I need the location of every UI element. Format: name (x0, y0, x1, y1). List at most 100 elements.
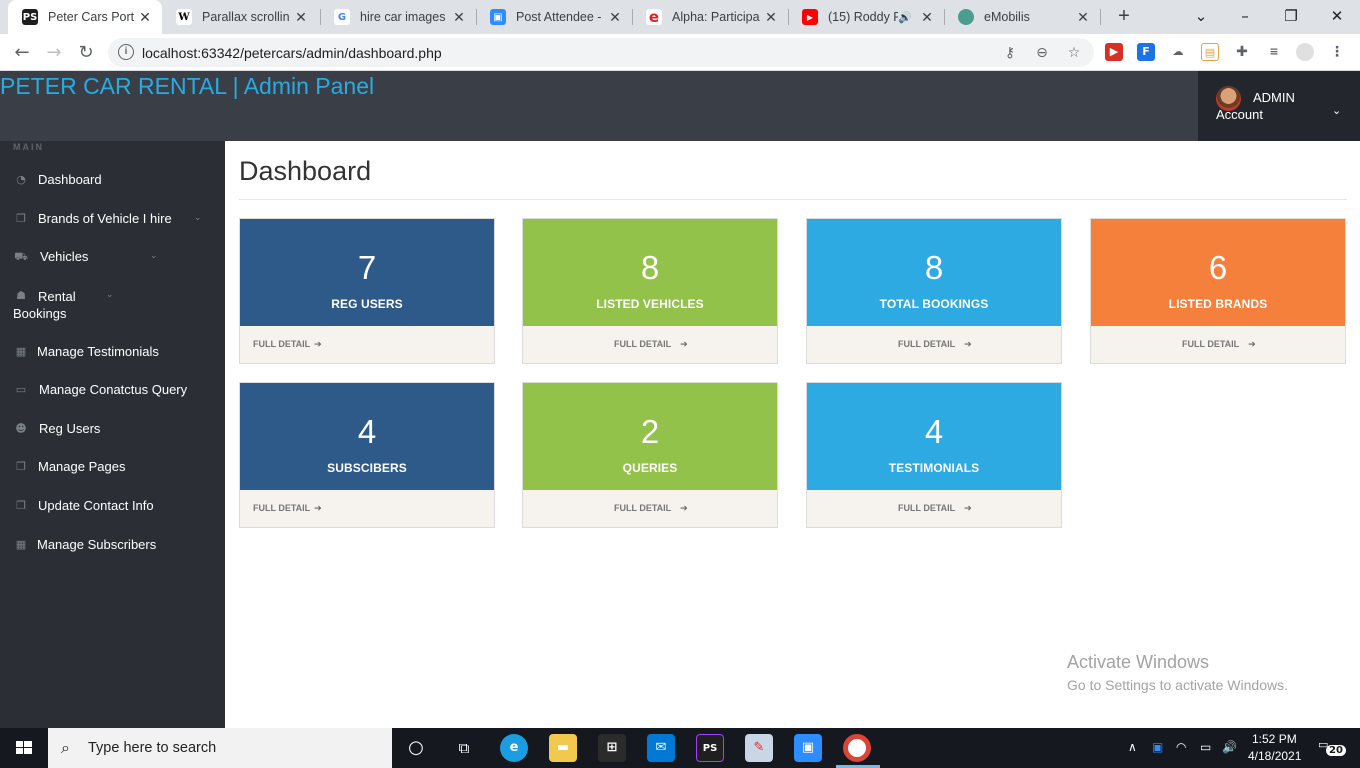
account-dropdown[interactable]: ADMIN Account ⌄ (1198, 71, 1360, 141)
back-arrow-icon[interactable]: ← (8, 39, 36, 67)
sidebar-item-contactus-query[interactable]: ▭ Manage Conatctus Query (0, 381, 225, 401)
microsoft-store-icon[interactable]: ⊞ (598, 734, 626, 762)
stat-value: 8 (924, 249, 944, 286)
site-info-icon[interactable]: i (118, 44, 134, 60)
full-detail-link[interactable]: FULL DETAIL ➔ (898, 503, 972, 514)
sidebar-item-manage-pages[interactable]: ❐ Manage Pages (0, 458, 225, 478)
tab-title: (15) Roddy R (828, 10, 899, 24)
arrow-right-icon: ➔ (680, 504, 688, 514)
full-detail-link[interactable]: FULL DETAIL ➔ (614, 503, 688, 514)
sidebar-item-manage-testimonials[interactable]: ▦ Manage Testimonials (0, 343, 225, 363)
close-icon[interactable]: ✕ (448, 9, 470, 26)
arrow-right-icon: ➔ (964, 504, 972, 514)
sidebar-item-brands[interactable]: ❐ Brands of Vehicle I hire ⌄ (0, 210, 225, 230)
notification-center-button[interactable]: ▭ 20 (1318, 738, 1346, 758)
tab-title: Peter Cars Portal (48, 10, 134, 24)
zoom-favicon-icon: ▣ (490, 9, 506, 25)
sidebar-item-manage-subscribers[interactable]: ▦ Manage Subscribers (0, 536, 225, 556)
key-icon[interactable]: ⚷ (1000, 43, 1020, 63)
edge-browser-icon[interactable]: e (500, 734, 528, 762)
taskbar-search-box[interactable]: ⌕ Type here to search (48, 728, 392, 768)
paint-icon[interactable]: ✎ (745, 734, 773, 762)
phpstorm-taskbar-icon[interactable]: PS (696, 734, 724, 762)
stat-card-panel: 8 LISTED VEHICLES (523, 219, 777, 326)
chevron-down-icon: ⌄ (150, 251, 158, 261)
brand-title[interactable]: PETER CAR RENTAL | Admin Panel (0, 73, 374, 100)
full-detail-label: FULL DETAIL (614, 503, 672, 513)
stat-card-total-bookings: 8 TOTAL BOOKINGS FULL DETAIL ➔ (806, 218, 1062, 364)
bookmark-star-icon[interactable]: ☆ (1064, 43, 1084, 63)
stat-card-panel: 6 LISTED BRANDS (1091, 219, 1345, 326)
battery-icon[interactable]: ▭ (1200, 740, 1211, 754)
close-icon[interactable]: ✕ (1072, 9, 1094, 26)
sidebar-item-label: Dashboard (38, 172, 102, 187)
sidebar-section-label: MAIN (13, 142, 44, 152)
tab-peter-cars-portal[interactable]: PS Peter Cars Portal ✕ (8, 0, 162, 34)
files-icon: ❐ (16, 460, 26, 473)
extension-cloud-icon[interactable]: ☁ (1169, 43, 1187, 61)
address-bar[interactable]: i localhost:63342/petercars/admin/dashbo… (108, 38, 1094, 67)
sidebar-item-vehicles[interactable]: ⛟ Vehicles ⌄ (0, 248, 225, 268)
sidebar-item-update-contact-info[interactable]: ❐ Update Contact Info (0, 497, 225, 517)
network-icon[interactable]: ◠ (1176, 740, 1186, 754)
stat-card-queries: 2 QUERIES FULL DETAIL ➔ (522, 382, 778, 528)
close-icon[interactable]: ✕ (134, 9, 156, 26)
tab-alpha-participant[interactable]: e Alpha: Participant ✕ (632, 0, 788, 34)
full-detail-link[interactable]: FULL DETAIL ➔ (253, 503, 322, 514)
forward-arrow-icon[interactable]: → (40, 39, 68, 67)
phpstorm-favicon-icon: PS (22, 9, 38, 25)
full-detail-link[interactable]: FULL DETAIL ➔ (898, 339, 972, 350)
extension-note-icon[interactable]: ▤ (1201, 43, 1219, 61)
sidebar-item-reg-users[interactable]: ☻ Reg Users (0, 420, 225, 440)
close-icon[interactable]: ✕ (290, 9, 312, 26)
full-detail-label: FULL DETAIL (253, 339, 311, 349)
full-detail-link[interactable]: FULL DETAIL ➔ (253, 339, 322, 350)
tab-title: eMobilis (984, 10, 1030, 24)
search-placeholder: Type here to search (88, 740, 217, 756)
file-explorer-icon[interactable]: ▬ (549, 734, 577, 762)
start-button[interactable] (0, 728, 48, 768)
chrome-taskbar-icon[interactable] (843, 734, 871, 762)
url-text[interactable]: localhost:63342/petercars/admin/dashboar… (142, 45, 442, 61)
clock-time[interactable]: 1:52 PM (1252, 732, 1297, 746)
close-icon[interactable]: ✕ (604, 9, 626, 26)
new-tab-plus-icon[interactable]: + (1112, 4, 1136, 28)
extension-f-icon[interactable]: F (1137, 43, 1155, 61)
tray-chevron-up-icon[interactable]: ∧ (1128, 740, 1137, 754)
mail-icon[interactable]: ✉ (647, 734, 675, 762)
cortana-icon[interactable]: ○ (402, 734, 430, 762)
tab-hire-car-images[interactable]: G hire car images k ✕ (320, 0, 476, 34)
sidebar-item-rental-bookings[interactable]: ☗ Rental Bookings ⌄ (0, 287, 225, 323)
clock-date[interactable]: 4/18/2021 (1248, 749, 1301, 763)
tab-roddy-youtube[interactable]: ▶ (15) Roddy R 🔊 ✕ (788, 0, 944, 34)
google-favicon-icon: G (334, 9, 350, 25)
full-detail-link[interactable]: FULL DETAIL ➔ (1182, 339, 1256, 350)
reload-icon[interactable]: ↻ (72, 39, 100, 67)
tab-search-icon[interactable]: ⌄ (1178, 0, 1224, 34)
tray-zoom-icon[interactable]: ▣ (1152, 740, 1163, 754)
minimize-icon[interactable]: – (1222, 0, 1268, 34)
zoom-taskbar-icon[interactable]: ▣ (794, 734, 822, 762)
close-icon[interactable]: ✕ (760, 9, 782, 26)
close-window-icon[interactable]: ✕ (1314, 0, 1360, 34)
stat-card-panel: 4 SUBSCIBERS (240, 383, 494, 490)
dashboard-icon: ◔ (16, 173, 26, 186)
extension-red-icon[interactable]: ▶ (1105, 43, 1123, 61)
restore-icon[interactable]: ❐ (1268, 0, 1314, 34)
media-control-icon[interactable]: ≡ (1265, 43, 1283, 61)
profile-avatar-icon[interactable] (1296, 43, 1314, 61)
sidebar-item-dashboard[interactable]: ◔ Dashboard (0, 171, 225, 191)
extensions-puzzle-icon[interactable]: ✚ (1233, 43, 1251, 61)
tab-emobilis[interactable]: eMobilis ✕ (944, 0, 1100, 34)
tab-parallax-scrolling[interactable]: W Parallax scrolling ✕ (162, 0, 318, 34)
sidebar-item-label: Manage Testimonials (37, 344, 159, 359)
tab-post-attendee[interactable]: ▣ Post Attendee - Z ✕ (476, 0, 632, 34)
task-view-icon[interactable]: ⧉ (450, 734, 478, 762)
browser-menu-icon[interactable]: ⋮ (1328, 43, 1346, 61)
close-icon[interactable]: ✕ (916, 9, 938, 26)
zoom-magnifier-icon[interactable]: ⊖ (1032, 43, 1052, 63)
full-detail-link[interactable]: FULL DETAIL ➔ (614, 339, 688, 350)
volume-icon[interactable]: 🔊 (1222, 740, 1237, 754)
sidebar-item-label: Manage Pages (38, 459, 126, 474)
speaker-icon[interactable]: 🔊 (898, 11, 912, 24)
